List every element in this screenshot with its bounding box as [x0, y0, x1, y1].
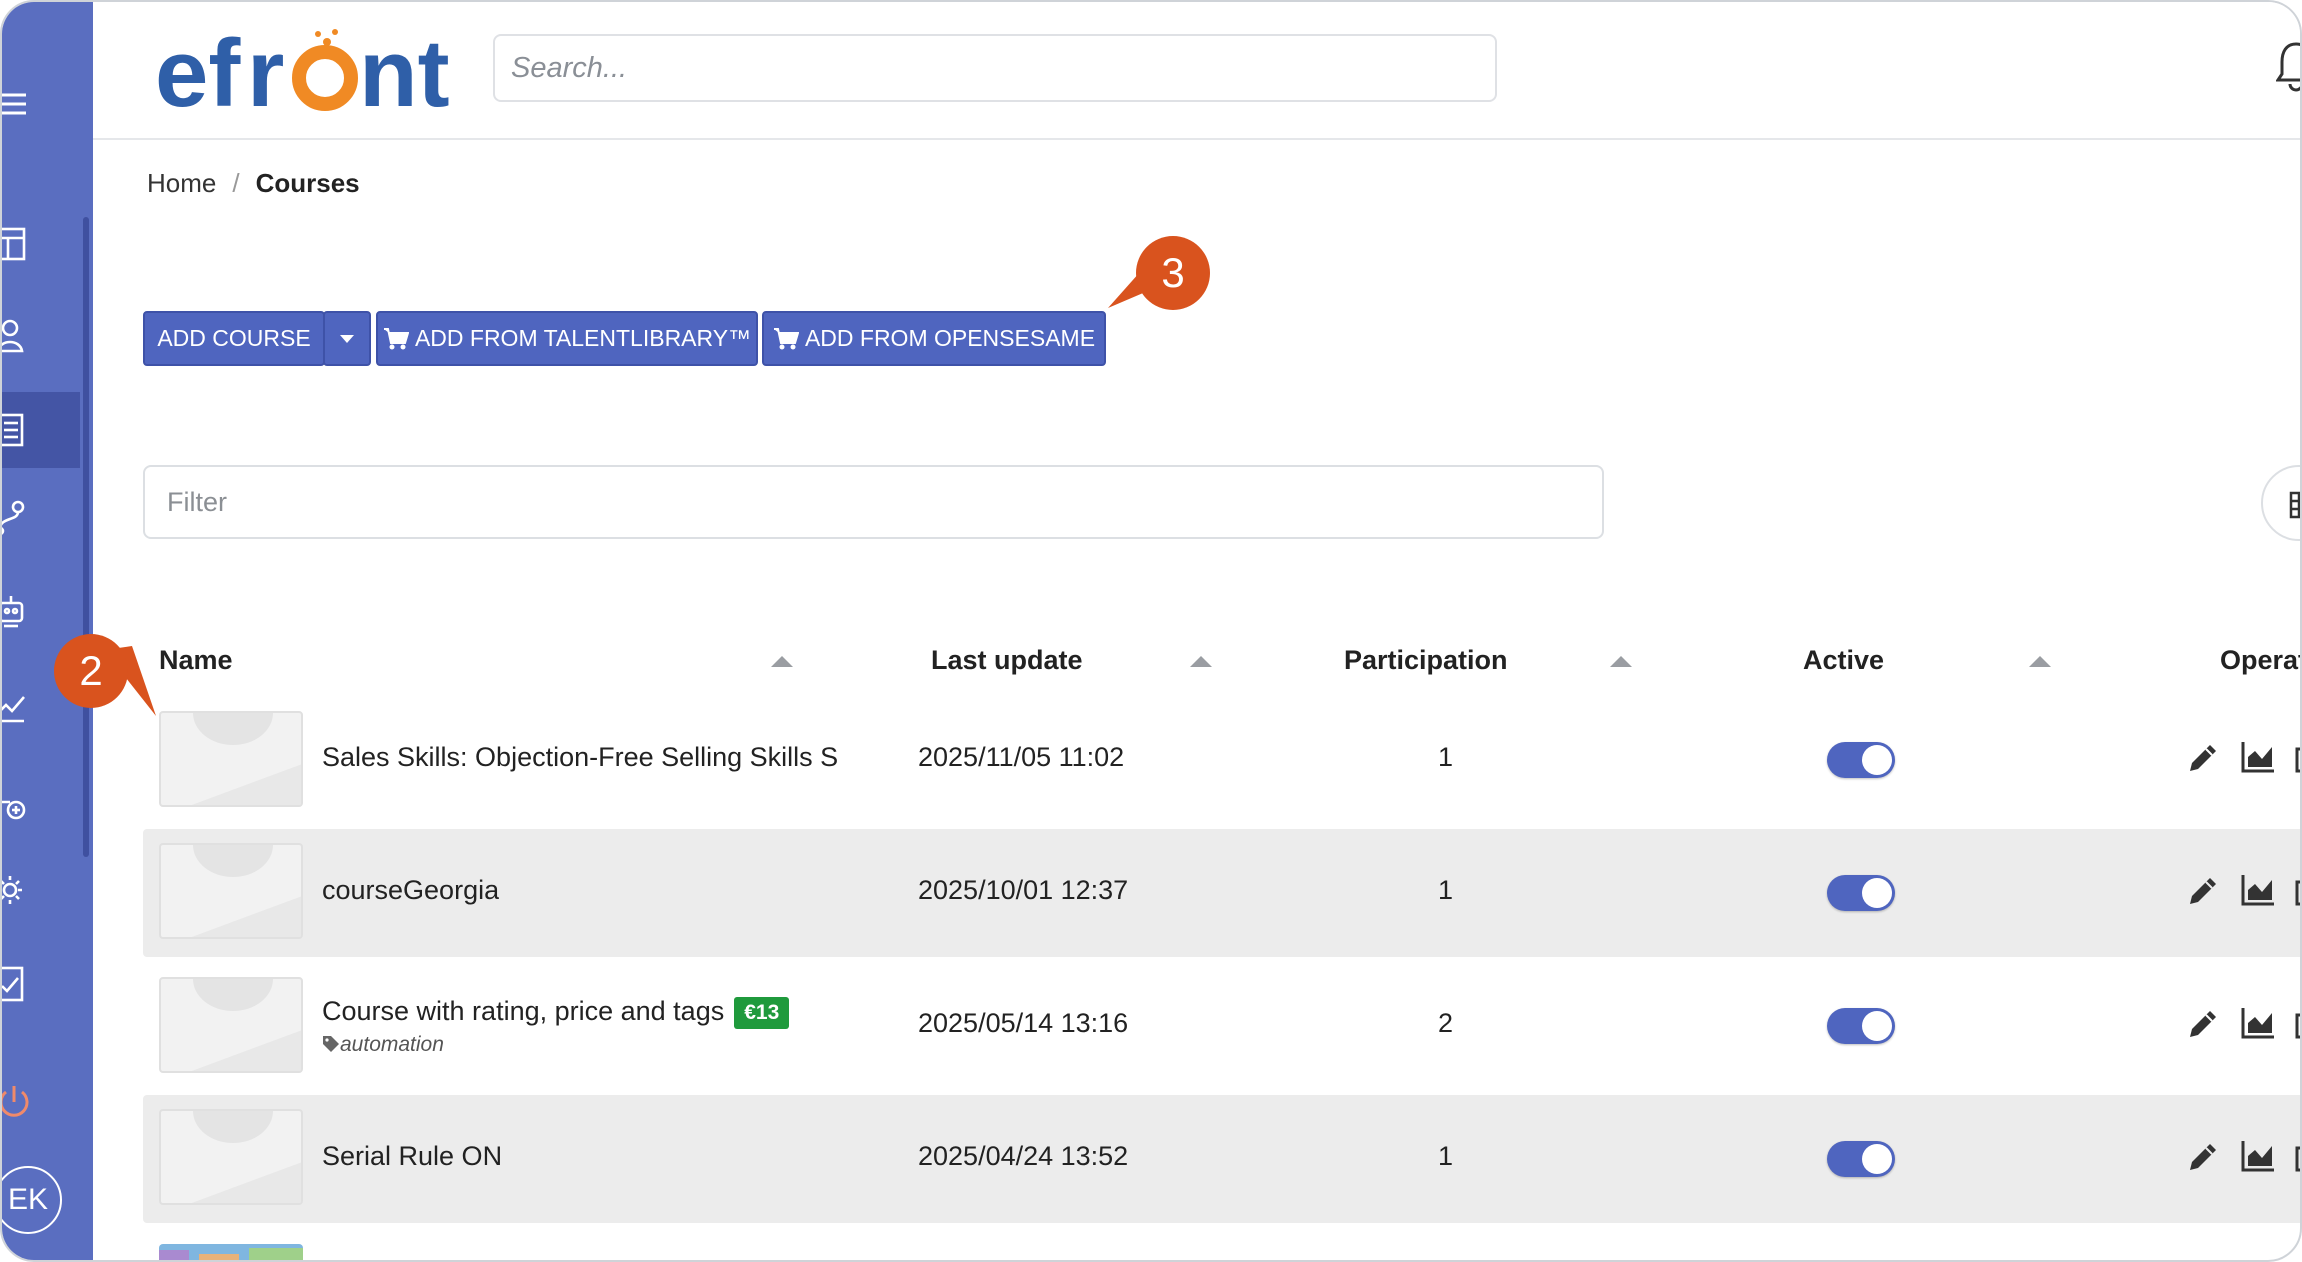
active-toggle[interactable] [1827, 875, 1895, 911]
course-name-cell: Course with rating, price and tags €13 [322, 996, 790, 1029]
tag-label: automation [340, 1033, 444, 1056]
edit-icon[interactable] [2186, 872, 2222, 908]
caret-down-icon [340, 334, 354, 343]
courses-icon[interactable] [2, 392, 80, 468]
edit-icon[interactable] [2186, 739, 2222, 775]
table-row[interactable]: Course with rating, price and tags €13 au… [143, 963, 2302, 1091]
add-from-opensesame-label: ADD FROM OPENSESAME [804, 325, 1096, 351]
add-from-talentlibrary-button[interactable]: ADD FROM TALENTLIBRARY™ [376, 311, 758, 366]
reports-icon[interactable] [2240, 739, 2276, 775]
tag[interactable]: automation [322, 1033, 444, 1057]
column-header-operations: Operat [2220, 645, 2302, 675]
svg-text:nt: nt [359, 24, 450, 114]
active-toggle[interactable] [1827, 1008, 1895, 1044]
copy-icon[interactable] [2294, 1005, 2302, 1041]
column-toggle-button[interactable] [2261, 465, 2300, 541]
column-header-active[interactable]: Active [1803, 645, 1884, 676]
add-course-button[interactable]: ADD COURSE [143, 311, 325, 366]
cart-icon [773, 327, 799, 349]
course-thumbnail[interactable] [159, 977, 303, 1073]
last-update: 2025/04/24 13:52 [918, 1141, 1129, 1171]
add-from-talentlibrary-label: ADD FROM TALENTLIBRARY™ [414, 325, 752, 351]
sidebar-scrollbar[interactable] [83, 217, 89, 857]
filter-input[interactable] [143, 465, 1604, 539]
course-name[interactable]: Sales Skills: Objection-Free Selling Ski… [322, 742, 958, 773]
callout-3: 3 [1136, 236, 1210, 310]
add-course-label: ADD COURSE [157, 325, 311, 351]
reports-icon[interactable] [2240, 1005, 2276, 1041]
sort-arrow-icon[interactable] [771, 656, 793, 667]
copy-icon[interactable] [2294, 872, 2302, 908]
table-row[interactable]: Sales Skills: Objection-Free Selling Ski… [143, 697, 2302, 825]
sidebar: EK [2, 2, 93, 1260]
course-thumbnail[interactable] [159, 711, 303, 807]
column-header-last-update[interactable]: Last update [931, 645, 1083, 676]
dashboard-icon[interactable] [2, 206, 80, 282]
tag-icon [323, 1036, 339, 1052]
copy-icon[interactable] [2294, 739, 2302, 775]
settings-icon[interactable] [2, 852, 80, 928]
edit-icon[interactable] [2186, 1138, 2222, 1174]
breadcrumb-home[interactable]: Home [147, 168, 216, 199]
table-row[interactable]: Serial Rule ON 2025/04/24 13:52 1 [143, 1095, 2302, 1223]
callout-2: 2 [54, 634, 128, 708]
active-toggle[interactable] [1827, 742, 1895, 778]
participation: 1 [1438, 875, 1454, 905]
users-icon[interactable] [2, 298, 80, 374]
table-row[interactable]: courseGeorgia 2025/10/01 12:37 1 [143, 829, 2302, 957]
last-update: 2025/05/14 13:16 [918, 1008, 1129, 1038]
menu-icon[interactable] [2, 66, 80, 142]
sort-arrow-icon[interactable] [2029, 656, 2051, 667]
skills-icon[interactable] [2, 764, 80, 840]
efront-logo[interactable]: ef r nt [155, 20, 475, 127]
breadcrumb: Home / Courses [147, 168, 360, 199]
price-badge: €13 [734, 996, 790, 1029]
edit-icon[interactable] [2186, 1005, 2222, 1041]
course-name[interactable]: courseGeorgia [322, 875, 499, 906]
sort-arrow-icon[interactable] [1190, 656, 1212, 667]
copy-icon[interactable] [2294, 1138, 2302, 1174]
cart-icon [383, 327, 409, 349]
last-update: 2025/11/05 11:02 [918, 742, 1125, 772]
breadcrumb-current: Courses [255, 168, 360, 198]
column-header-participation[interactable]: Participation [1344, 645, 1508, 676]
course-thumbnail[interactable] [159, 843, 303, 939]
course-name[interactable]: Serial Rule ON [322, 1141, 502, 1172]
participation: 1 [1438, 1141, 1454, 1171]
app-window: EK ef r nt Home / Courses ADD COURSE [0, 0, 2302, 1262]
assignments-icon[interactable] [2, 946, 80, 1022]
breadcrumb-separator: / [232, 168, 240, 198]
search-input[interactable] [493, 34, 1497, 102]
participation: 2 [1438, 1008, 1454, 1038]
course-thumbnail[interactable] [159, 1244, 303, 1260]
reports-icon[interactable] [2240, 1138, 2276, 1174]
active-toggle[interactable] [1827, 1141, 1895, 1177]
learning-paths-icon[interactable] [2, 480, 80, 556]
table-icon [2289, 491, 2300, 519]
course-thumbnail[interactable] [159, 1109, 303, 1205]
svg-text:r: r [247, 24, 284, 114]
automations-icon[interactable] [2, 574, 80, 650]
reports-icon[interactable] [2240, 872, 2276, 908]
add-course-dropdown-button[interactable] [323, 311, 371, 366]
last-update: 2025/10/01 12:37 [918, 875, 1129, 905]
add-from-opensesame-button[interactable]: ADD FROM OPENSESAME [762, 311, 1106, 366]
bell-icon[interactable] [2275, 40, 2300, 97]
course-name[interactable]: Course with rating, price and tags [322, 996, 724, 1026]
svg-text:ef: ef [155, 24, 241, 114]
header: ef r nt [93, 2, 2300, 140]
avatar[interactable]: EK [2, 1166, 62, 1234]
logout-icon[interactable] [2, 1064, 80, 1140]
participation: 1 [1438, 742, 1454, 772]
sort-arrow-icon[interactable] [1610, 656, 1632, 667]
